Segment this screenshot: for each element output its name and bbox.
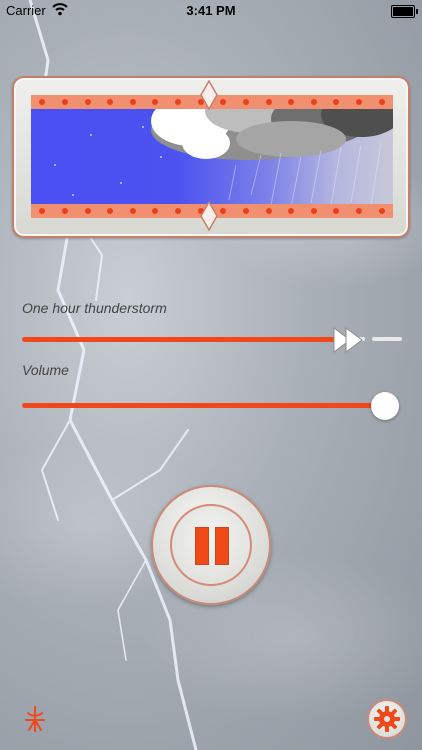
sound-progress-track[interactable] [22,337,348,342]
storm-clouds [54,95,393,208]
settings-button[interactable] [367,699,407,739]
volume-label: Volume [22,362,69,378]
timer-marker-bottom [200,201,218,231]
clock: 3:41 PM [186,3,236,18]
sound-label: One hour thunderstorm [22,300,167,316]
status-bar: Carrier 3:41 PM [0,0,422,22]
fast-forward-icon[interactable] [332,326,366,354]
sound-remaining-track-end[interactable] [372,337,402,341]
volume-track[interactable] [22,403,382,408]
timer-marker-top [200,80,218,110]
battery-icon [391,5,418,18]
pause-button[interactable] [151,485,271,605]
app-logo-icon [25,706,45,732]
timer-display[interactable] [31,95,393,218]
volume-thumb[interactable] [371,392,399,420]
pause-icon [170,504,252,586]
gear-icon [374,706,400,732]
